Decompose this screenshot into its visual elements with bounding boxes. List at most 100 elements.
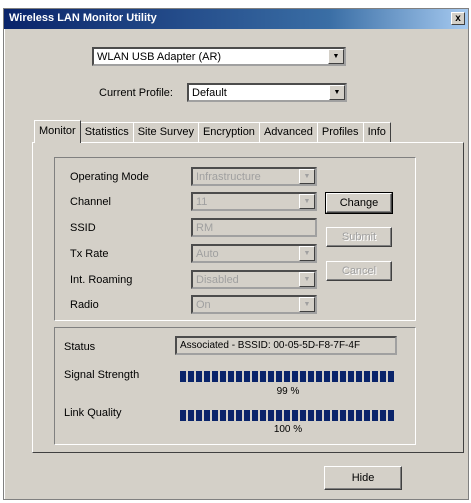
meter-block — [292, 410, 298, 421]
meter-block — [244, 371, 250, 382]
meter-block — [356, 371, 362, 382]
meter-block — [372, 371, 378, 382]
meter-block — [308, 371, 314, 382]
meter-block — [292, 371, 298, 382]
chevron-down-icon: ▼ — [299, 297, 315, 312]
ssid-field: RM — [191, 218, 317, 237]
profile-select[interactable]: Default ▼ — [187, 83, 347, 102]
meter-block — [388, 371, 394, 382]
meter-block — [228, 371, 234, 382]
chevron-down-icon: ▼ — [299, 246, 315, 261]
meter-block — [324, 371, 330, 382]
meter-block — [204, 410, 210, 421]
tab-monitor[interactable]: Monitor — [34, 120, 81, 143]
meter-block — [252, 410, 258, 421]
meter-block — [316, 410, 322, 421]
int-roaming-label: Int. Roaming — [70, 274, 133, 286]
title-bar[interactable]: Wireless LAN Monitor Utility — [4, 9, 468, 29]
signal-strength-label: Signal Strength — [64, 369, 140, 381]
link-quality-label: Link Quality — [64, 407, 122, 419]
chevron-down-icon[interactable]: ▼ — [329, 85, 345, 100]
status-field: Associated - BSSID: 00-05-5D-F8-7F-4F — [175, 336, 397, 355]
tx-rate-label: Tx Rate — [70, 248, 109, 260]
meter-block — [180, 371, 186, 382]
profile-label: Current Profile: — [99, 87, 173, 99]
radio-value: On — [196, 299, 211, 311]
cancel-button[interactable]: Cancel — [326, 261, 392, 281]
meter-block — [188, 410, 194, 421]
tab-profiles[interactable]: Profiles — [316, 122, 364, 142]
meter-block — [364, 410, 370, 421]
channel-value: 11 — [196, 196, 208, 208]
meter-block — [180, 410, 186, 421]
tx-rate-value: Auto — [196, 248, 219, 260]
meter-block — [340, 371, 346, 382]
operating-mode-select: Infrastructure ▼ — [191, 167, 317, 186]
meter-block — [236, 410, 242, 421]
meter-block — [204, 371, 210, 382]
meter-block — [196, 371, 202, 382]
adapter-select[interactable]: WLAN USB Adapter (AR) ▼ — [92, 47, 346, 66]
profile-value: Default — [192, 87, 227, 99]
wlan-monitor-window: Wireless LAN Monitor Utility x WLAN USB … — [3, 8, 469, 500]
tab-statistics[interactable]: Statistics — [79, 122, 134, 142]
meter-block — [212, 371, 218, 382]
meter-block — [324, 410, 330, 421]
meter-block — [276, 410, 282, 421]
meter-block — [316, 371, 322, 382]
radio-select: On ▼ — [191, 295, 317, 314]
meter-block — [212, 410, 218, 421]
meter-block — [380, 410, 386, 421]
signal-strength-meter — [180, 371, 396, 382]
chevron-down-icon: ▼ — [299, 169, 315, 184]
meter-block — [364, 371, 370, 382]
hide-button[interactable]: Hide — [324, 466, 402, 490]
meter-block — [268, 410, 274, 421]
meter-block — [348, 371, 354, 382]
meter-block — [252, 371, 258, 382]
meter-block — [300, 371, 306, 382]
meter-block — [196, 410, 202, 421]
window-title: Wireless LAN Monitor Utility — [9, 12, 157, 24]
ssid-label: SSID — [70, 222, 96, 234]
channel-select: 11 ▼ — [191, 192, 317, 211]
chevron-down-icon: ▼ — [299, 272, 315, 287]
change-button[interactable]: Change — [325, 192, 393, 214]
operating-mode-value: Infrastructure — [196, 171, 261, 183]
tab-strip: Monitor Statistics Site Survey Encryptio… — [34, 120, 391, 143]
meter-block — [308, 410, 314, 421]
channel-label: Channel — [70, 196, 111, 208]
chevron-down-icon: ▼ — [299, 194, 315, 209]
close-button[interactable]: x — [451, 12, 465, 25]
int-roaming-select: Disabled ▼ — [191, 270, 317, 289]
int-roaming-value: Disabled — [196, 274, 239, 286]
meter-block — [236, 371, 242, 382]
radio-label: Radio — [70, 299, 99, 311]
meter-block — [340, 410, 346, 421]
link-quality-percent: 100 % — [273, 424, 303, 435]
chevron-down-icon[interactable]: ▼ — [328, 49, 344, 64]
meter-block — [228, 410, 234, 421]
adapter-value: WLAN USB Adapter (AR) — [97, 51, 222, 63]
meter-block — [188, 371, 194, 382]
tab-site-survey[interactable]: Site Survey — [132, 122, 199, 142]
meter-block — [244, 410, 250, 421]
meter-block — [284, 371, 290, 382]
meter-block — [380, 371, 386, 382]
meter-block — [300, 410, 306, 421]
meter-block — [332, 371, 338, 382]
submit-button[interactable]: Submit — [326, 227, 392, 247]
tab-encryption[interactable]: Encryption — [197, 122, 260, 142]
status-label: Status — [64, 341, 96, 353]
meter-block — [372, 410, 378, 421]
tab-advanced[interactable]: Advanced — [258, 122, 318, 142]
meter-block — [332, 410, 338, 421]
meter-block — [220, 410, 226, 421]
meter-block — [348, 410, 354, 421]
meter-block — [276, 371, 282, 382]
tab-info[interactable]: Info — [362, 122, 391, 142]
meter-block — [220, 371, 226, 382]
signal-strength-percent: 99 % — [276, 386, 300, 397]
meter-block — [260, 371, 266, 382]
operating-mode-label: Operating Mode — [70, 171, 149, 183]
